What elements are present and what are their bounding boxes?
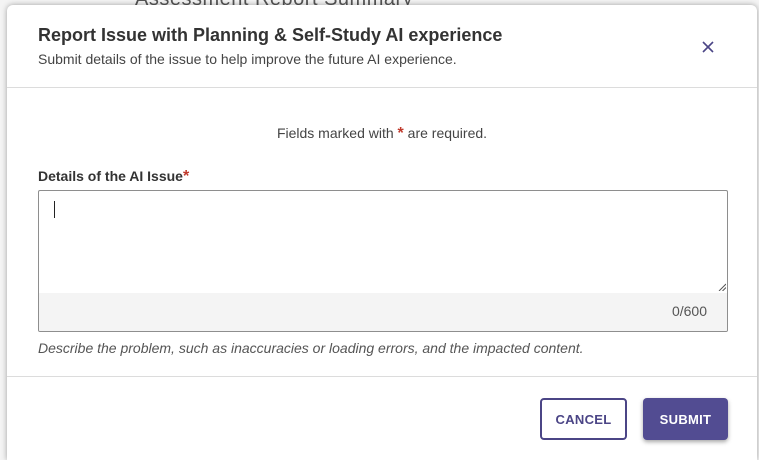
close-icon xyxy=(702,41,714,53)
report-issue-dialog: Report Issue with Planning & Self-Study … xyxy=(7,5,757,460)
resize-handle-icon[interactable] xyxy=(718,283,726,291)
dialog-subtitle: Submit details of the issue to help impr… xyxy=(38,51,457,67)
dialog-header: Report Issue with Planning & Self-Study … xyxy=(7,5,757,88)
dialog-title: Report Issue with Planning & Self-Study … xyxy=(38,25,503,45)
submit-button[interactable]: SUBMIT xyxy=(643,398,728,440)
issue-details-textarea[interactable] xyxy=(39,191,727,293)
issue-details-textarea-container: 0/600 xyxy=(38,190,728,332)
close-button[interactable] xyxy=(697,36,719,58)
issue-details-required-asterisk: * xyxy=(182,168,190,185)
screen: Assessment Report Summary Report Issue w… xyxy=(0,0,759,460)
required-note-suffix: are required. xyxy=(403,125,488,141)
required-note-prefix: Fields marked with xyxy=(276,125,398,141)
issue-details-helper-text: Describe the problem, such as inaccuraci… xyxy=(38,340,584,356)
issue-details-label: Details of the AI Issue* xyxy=(38,168,189,186)
character-counter: 0/600 xyxy=(671,303,707,319)
cancel-button[interactable]: CANCEL xyxy=(540,398,627,440)
text-cursor xyxy=(54,201,55,218)
dialog-footer: CANCEL SUBMIT xyxy=(7,376,757,460)
required-fields-note: Fields marked with * are required. xyxy=(7,125,757,143)
character-counter-bar: 0/600 xyxy=(39,293,727,331)
issue-details-label-text: Details of the AI Issue xyxy=(38,168,183,184)
